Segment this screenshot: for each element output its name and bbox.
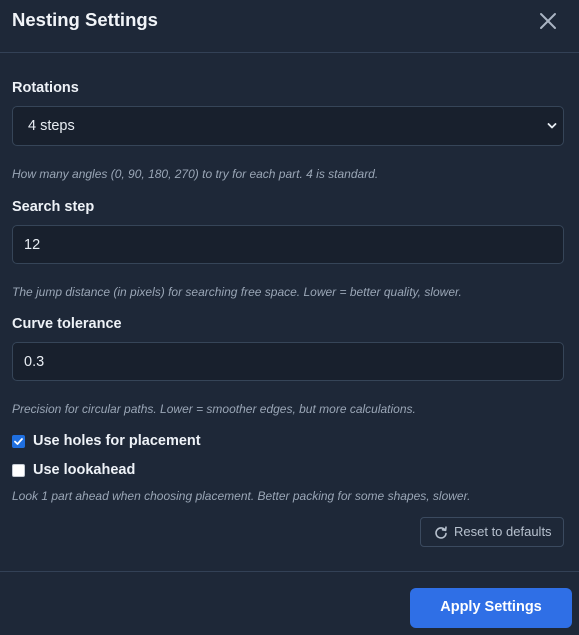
rotations-select[interactable]: 4 steps [12, 106, 564, 146]
search-step-help: The jump distance (in pixels) for search… [12, 285, 462, 299]
use-holes-label[interactable]: Use holes for placement [33, 433, 201, 449]
chevron-down-icon [547, 123, 557, 129]
rotations-select-value: 4 steps [28, 118, 75, 134]
apply-settings-button[interactable]: Apply Settings [410, 588, 572, 628]
reset-defaults-button[interactable]: Reset to defaults [420, 517, 564, 547]
curve-tolerance-label: Curve tolerance [12, 316, 122, 332]
refresh-icon [435, 526, 447, 539]
dialog-header: Nesting Settings [0, 0, 579, 53]
checkmark-icon [14, 438, 23, 445]
curve-tolerance-help: Precision for circular paths. Lower = sm… [12, 402, 416, 416]
search-step-label: Search step [12, 199, 95, 215]
rotations-label: Rotations [12, 80, 79, 96]
rotations-help: How many angles (0, 90, 180, 270) to try… [12, 167, 379, 181]
dialog-title: Nesting Settings [12, 9, 158, 30]
footer-divider [0, 571, 579, 572]
close-icon[interactable] [537, 10, 559, 32]
curve-tolerance-input[interactable] [12, 342, 564, 381]
use-lookahead-checkbox[interactable] [12, 464, 25, 477]
close-button[interactable] [537, 10, 559, 32]
use-holes-checkbox[interactable] [12, 435, 25, 448]
use-lookahead-help: Look 1 part ahead when choosing placemen… [12, 489, 471, 503]
apply-settings-label: Apply Settings [440, 599, 542, 615]
search-step-input[interactable] [12, 225, 564, 264]
use-lookahead-label[interactable]: Use lookahead [33, 462, 135, 478]
reset-defaults-label: Reset to defaults [454, 524, 552, 539]
